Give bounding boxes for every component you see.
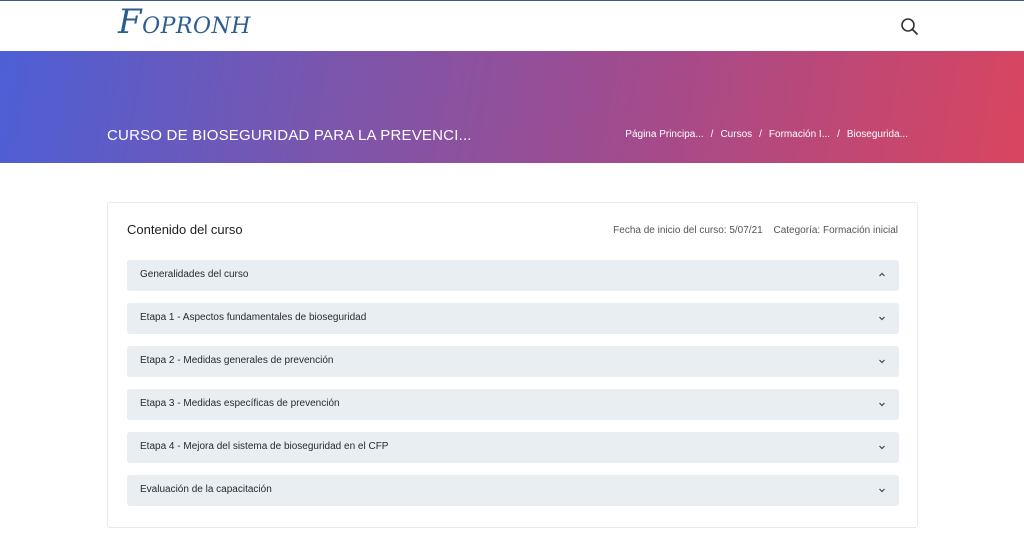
- chevron-down-icon: [879, 359, 885, 364]
- page-title: CURSO DE BIOSEGURIDAD PARA LA PREVENCI..…: [107, 127, 472, 144]
- course-start-date: Fecha de inicio del curso: 5/07/21: [613, 225, 763, 236]
- accordion-section-label: Evaluación de la capacitación: [140, 484, 272, 495]
- chevron-up-icon: [879, 272, 885, 277]
- chevron-down-icon: [879, 316, 885, 321]
- course-content-heading: Contenido del curso: [127, 222, 243, 237]
- accordion-section[interactable]: Etapa 4 - Mejora del sistema de biosegur…: [127, 432, 899, 463]
- accordion-section[interactable]: Generalidades del curso: [127, 260, 899, 291]
- accordion-section[interactable]: Etapa 3 - Medidas específicas de prevenc…: [127, 389, 899, 420]
- accordion-section[interactable]: Etapa 2 - Medidas generales de prevenció…: [127, 346, 899, 377]
- fopronh-logo[interactable]: FOPRONH: [118, 5, 251, 39]
- accordion-section-label: Generalidades del curso: [140, 269, 249, 280]
- course-content-card: Contenido del curso Fecha de inicio del …: [107, 202, 918, 528]
- breadcrumb-category[interactable]: Formación I...: [769, 129, 830, 140]
- accordion-section-label: Etapa 2 - Medidas generales de prevenció…: [140, 355, 334, 366]
- course-meta: Fecha de inicio del curso: 5/07/21 Categ…: [613, 225, 898, 236]
- page-header-banner: CURSO DE BIOSEGURIDAD PARA LA PREVENCI..…: [0, 51, 1024, 163]
- breadcrumb-separator: /: [837, 129, 840, 140]
- accordion-section[interactable]: Evaluación de la capacitación: [127, 475, 899, 506]
- breadcrumb-separator: /: [710, 129, 714, 140]
- breadcrumb-separator: /: [759, 129, 762, 140]
- breadcrumb-home[interactable]: Página Principa...: [625, 129, 703, 140]
- breadcrumb: Página Principa... / Cursos / Formación …: [625, 129, 908, 140]
- accordion-section-label: Etapa 4 - Mejora del sistema de biosegur…: [140, 441, 389, 452]
- chevron-down-icon: [879, 488, 885, 493]
- accordion-section-label: Etapa 3 - Medidas específicas de prevenc…: [140, 398, 340, 409]
- chevron-down-icon: [879, 402, 885, 407]
- search-icon[interactable]: [899, 16, 921, 38]
- accordion-section-label: Etapa 1 - Aspectos fundamentales de bios…: [140, 312, 367, 323]
- breadcrumb-courses[interactable]: Cursos: [720, 129, 752, 140]
- chevron-down-icon: [879, 445, 885, 450]
- course-category: Categoría: Formación inicial: [773, 225, 899, 236]
- accordion-section[interactable]: Etapa 1 - Aspectos fundamentales de bios…: [127, 303, 899, 334]
- top-navbar: FOPRONH: [0, 0, 1024, 51]
- breadcrumb-current[interactable]: Bioseguridа...: [847, 129, 908, 140]
